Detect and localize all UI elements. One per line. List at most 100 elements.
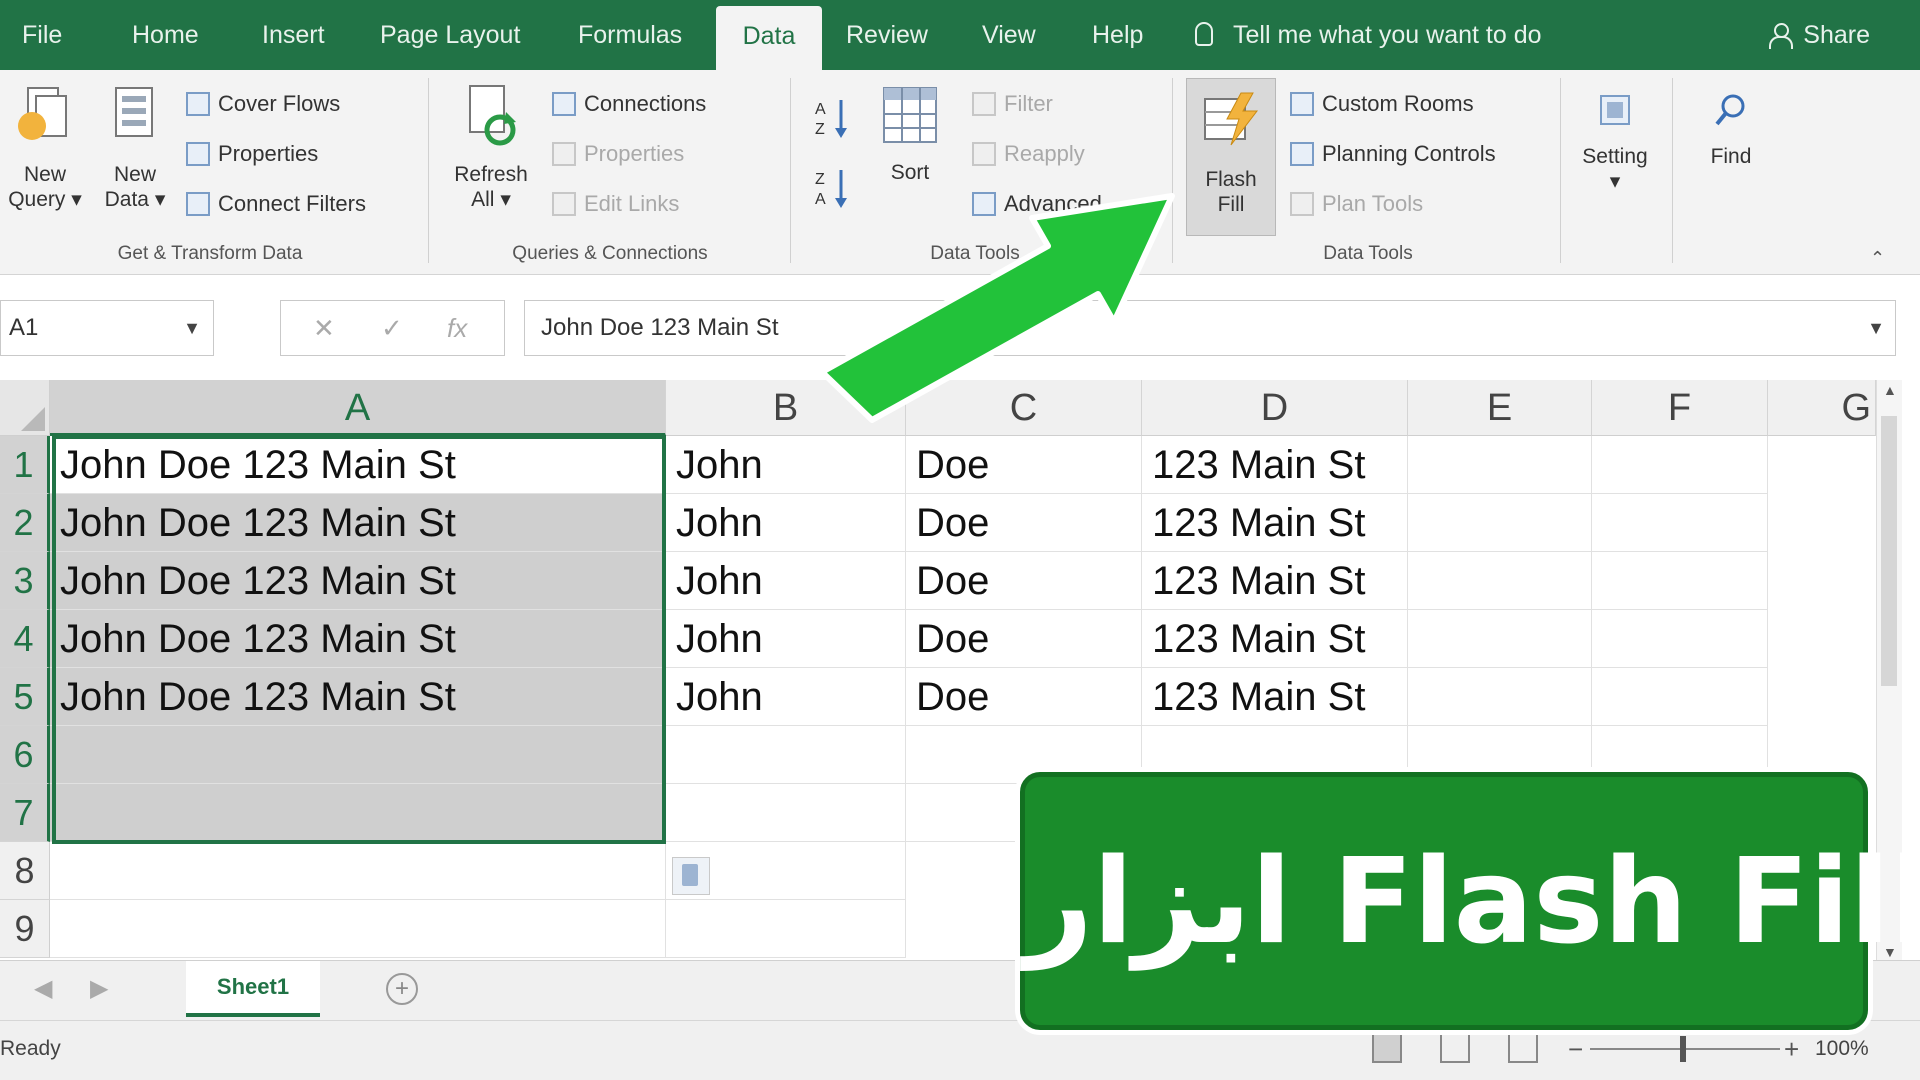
cell-b1[interactable]: John	[666, 436, 906, 494]
cell-e5[interactable]	[1408, 668, 1592, 726]
find-button[interactable]: Find	[1686, 90, 1776, 169]
column-header-e[interactable]: E	[1408, 380, 1592, 436]
page-layout-view-icon[interactable]	[1440, 1033, 1470, 1063]
page-break-view-icon[interactable]	[1508, 1033, 1538, 1063]
share-button[interactable]: Share	[1769, 0, 1870, 70]
cell-a9[interactable]	[50, 900, 666, 958]
connect-filters-button[interactable]: Connect Filters	[186, 188, 366, 220]
sort-button[interactable]: Sort	[870, 84, 950, 185]
sort-za-button[interactable]: Z A	[808, 166, 858, 216]
cell-d5[interactable]: 123 Main St	[1142, 668, 1408, 726]
cell-f2[interactable]	[1592, 494, 1768, 552]
cell-c2[interactable]: Doe	[906, 494, 1142, 552]
column-header-b[interactable]: B	[666, 380, 906, 436]
cell-a4[interactable]: John Doe 123 Main St	[50, 610, 666, 668]
insert-function-icon[interactable]: fx	[447, 301, 467, 355]
refresh-all-button[interactable]: Refresh All ▾	[448, 82, 534, 212]
cell-d1[interactable]: 123 Main St	[1142, 436, 1408, 494]
cell-a8[interactable]	[50, 842, 666, 900]
tab-help[interactable]: Help	[1092, 0, 1143, 70]
new-query-button[interactable]: New Query ▾	[6, 82, 84, 212]
reapply-button[interactable]: Reapply	[972, 138, 1085, 170]
edit-links-button[interactable]: Edit Links	[552, 188, 679, 220]
tab-home[interactable]: Home	[132, 0, 199, 70]
row-header-2[interactable]: 2	[0, 494, 50, 552]
cell-c1[interactable]: Doe	[906, 436, 1142, 494]
cell-e4[interactable]	[1408, 610, 1592, 668]
enter-icon[interactable]: ✓	[381, 301, 403, 355]
cell-a6[interactable]	[50, 726, 666, 784]
sheet-tab-sheet1[interactable]: Sheet1	[186, 961, 320, 1017]
cell-e3[interactable]	[1408, 552, 1592, 610]
cell-b4[interactable]: John	[666, 610, 906, 668]
cell-c5[interactable]: Doe	[906, 668, 1142, 726]
formula-input[interactable]: John Doe 123 Main St ▼	[524, 300, 1896, 356]
cell-d3[interactable]: 123 Main St	[1142, 552, 1408, 610]
cell-d4[interactable]: 123 Main St	[1142, 610, 1408, 668]
tab-page-layout[interactable]: Page Layout	[380, 0, 520, 70]
query-properties-button[interactable]: Properties	[552, 138, 684, 170]
flash-fill-options-icon[interactable]	[672, 857, 710, 895]
cell-c3[interactable]: Doe	[906, 552, 1142, 610]
planning-controls-button[interactable]: Planning Controls	[1290, 138, 1496, 170]
cell-d2[interactable]: 123 Main St	[1142, 494, 1408, 552]
cell-a2[interactable]: John Doe 123 Main St	[50, 494, 666, 552]
cell-b6[interactable]	[666, 726, 906, 784]
cell-f5[interactable]	[1592, 668, 1768, 726]
filter-button[interactable]: Filter	[972, 88, 1053, 120]
scrollbar-thumb[interactable]	[1881, 416, 1897, 686]
flash-fill-button[interactable]: Flash Fill	[1186, 78, 1276, 236]
expand-formula-bar-icon[interactable]: ▼	[1867, 301, 1885, 355]
row-header-1[interactable]: 1	[0, 436, 50, 494]
prev-sheet-icon[interactable]: ◀	[34, 961, 52, 1017]
cell-a1[interactable]: John Doe 123 Main St	[50, 436, 666, 494]
column-header-c[interactable]: C	[906, 380, 1142, 436]
cell-f1[interactable]	[1592, 436, 1768, 494]
cell-c4[interactable]: Doe	[906, 610, 1142, 668]
row-header-9[interactable]: 9	[0, 900, 50, 958]
tab-review[interactable]: Review	[846, 0, 928, 70]
properties-button[interactable]: Properties	[186, 138, 318, 170]
tell-me-search[interactable]: Tell me what you want to do	[1195, 0, 1542, 70]
row-header-3[interactable]: 3	[0, 552, 50, 610]
name-box[interactable]: A1 ▼	[0, 300, 214, 356]
sort-az-button[interactable]: A Z	[808, 96, 858, 144]
cell-a7[interactable]	[50, 784, 666, 842]
cell-b5[interactable]: John	[666, 668, 906, 726]
column-header-g[interactable]: G	[1768, 380, 1876, 436]
cell-e1[interactable]	[1408, 436, 1592, 494]
row-header-6[interactable]: 6	[0, 726, 50, 784]
setting-button[interactable]: Setting ▾	[1570, 90, 1660, 194]
chevron-down-icon[interactable]: ▼	[183, 301, 201, 355]
tab-file[interactable]: File	[22, 0, 62, 70]
tab-view[interactable]: View	[982, 0, 1036, 70]
column-header-d[interactable]: D	[1142, 380, 1408, 436]
cell-e2[interactable]	[1408, 494, 1592, 552]
row-header-7[interactable]: 7	[0, 784, 50, 842]
normal-view-icon[interactable]	[1372, 1033, 1402, 1063]
scroll-up-icon[interactable]: ▲	[1883, 382, 1897, 398]
plan-tools-button[interactable]: Plan Tools	[1290, 188, 1423, 220]
column-header-a[interactable]: A	[50, 380, 666, 436]
select-all-button[interactable]	[0, 380, 50, 436]
cell-f3[interactable]	[1592, 552, 1768, 610]
new-data-type-button[interactable]: New Data ▾	[96, 82, 174, 212]
collapse-ribbon-icon[interactable]: ⌃	[1870, 248, 1885, 269]
tab-formulas[interactable]: Formulas	[578, 0, 682, 70]
cell-a3[interactable]: John Doe 123 Main St	[50, 552, 666, 610]
row-header-4[interactable]: 4	[0, 610, 50, 668]
cell-a5[interactable]: John Doe 123 Main St	[50, 668, 666, 726]
custom-rooms-button[interactable]: Custom Rooms	[1290, 88, 1474, 120]
tab-data[interactable]: Data	[716, 6, 822, 70]
row-header-5[interactable]: 5	[0, 668, 50, 726]
advanced-filter-button[interactable]: Advanced	[972, 188, 1102, 220]
zoom-slider-thumb[interactable]	[1680, 1036, 1686, 1062]
row-header-8[interactable]: 8	[0, 842, 50, 900]
connections-button[interactable]: Connections	[552, 88, 706, 120]
cell-b9[interactable]	[666, 900, 906, 958]
add-sheet-icon[interactable]: +	[386, 973, 418, 1005]
cell-b7[interactable]	[666, 784, 906, 842]
cancel-icon[interactable]: ✕	[313, 301, 335, 355]
cell-f4[interactable]	[1592, 610, 1768, 668]
tab-insert[interactable]: Insert	[262, 0, 325, 70]
